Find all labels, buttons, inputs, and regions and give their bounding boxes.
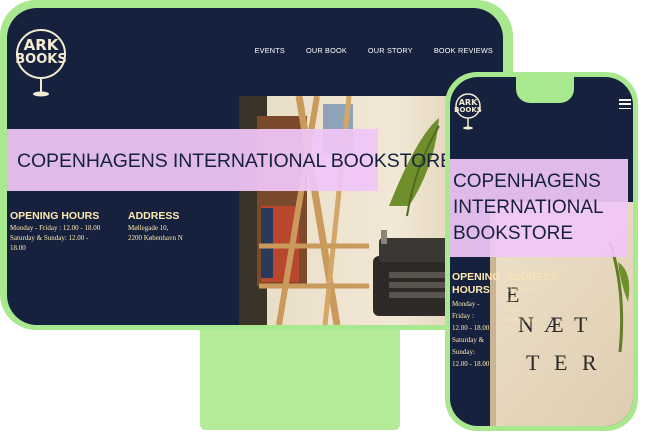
desktop-mockup: ARK BOOKS EVENTS OUR BOOK OUR STORY BOOK… xyxy=(0,0,513,330)
nav-events[interactable]: EVENTS xyxy=(255,46,285,55)
mobile-address-line: Møllegade xyxy=(506,286,536,294)
brand-line-1: ARK xyxy=(23,36,59,54)
mobile-hours-heading-line: HOURS xyxy=(452,284,490,296)
mobile-hours-line: Sunday: xyxy=(452,348,475,356)
mobile-address-heading: ADDRESS xyxy=(506,271,558,283)
hero-banner: COPENHAGENS INTERNATIONAL BOOKSTORE xyxy=(7,129,453,191)
sign-letter: E xyxy=(554,350,567,375)
mobile-hero-line: BOOKSTORE xyxy=(453,223,574,244)
hamburger-menu-icon[interactable] xyxy=(619,99,631,109)
mobile-hours-line: Monday - xyxy=(452,300,480,308)
mobile-address-line: 10, xyxy=(506,296,515,304)
mobile-brand-line-2: BOOKS xyxy=(454,105,482,114)
address-line: Møllegade 10, xyxy=(128,224,169,232)
monitor-stand xyxy=(200,325,400,430)
mobile-hours-heading-line: OPENING xyxy=(452,271,501,283)
phone-notch xyxy=(516,77,574,103)
brand-logo[interactable]: ARK BOOKS xyxy=(15,18,67,98)
mobile-opening-hours: OPENING HOURS Monday - Friday : 12.00 - … xyxy=(452,271,504,370)
hours-line: 18.00 xyxy=(10,244,26,252)
address-line: 2200 København N xyxy=(128,234,183,242)
mobile-hero-title: COPENHAGENS INTERNATIONAL BOOKSTORE xyxy=(453,169,604,247)
address-heading: ADDRESS xyxy=(128,210,180,222)
address: ADDRESS Møllegade 10, 2200 København N xyxy=(128,210,228,243)
mobile-hero-line: COPENHAGENS xyxy=(453,171,601,192)
mobile-hours-line: 12.00 - 18.00 xyxy=(452,360,490,368)
hero-title: COPENHAGENS INTERNATIONAL BOOKSTORE xyxy=(17,150,454,172)
mobile-mockup: ARK BOOKS E N Æ T T E R COPENHAGENS INTE… xyxy=(445,72,638,431)
brand-line-2: BOOKS xyxy=(15,52,67,67)
nav-book-reviews[interactable]: BOOK REVIEWS xyxy=(434,46,493,55)
desktop-screen: ARK BOOKS EVENTS OUR BOOK OUR STORY BOOK… xyxy=(7,8,503,325)
main-nav: EVENTS OUR BOOK OUR STORY BOOK REVIEWS xyxy=(255,46,493,55)
mobile-hours-line: Friday : xyxy=(452,312,474,320)
mobile-screen: ARK BOOKS E N Æ T T E R COPENHAGENS INTE… xyxy=(450,77,633,426)
mobile-brand-logo[interactable]: ARK BOOKS xyxy=(454,87,482,131)
opening-hours-heading: OPENING HOURS xyxy=(10,210,100,222)
mobile-hours-line: Saturday & xyxy=(452,336,485,344)
mobile-address-line: N xyxy=(506,326,512,334)
mobile-hours-line: 12.00 - 18.00 xyxy=(452,324,490,332)
sign-letter: R xyxy=(582,350,597,375)
mobile-hero-line: INTERNATIONAL xyxy=(453,197,604,218)
mobile-hero-banner: COPENHAGENS INTERNATIONAL BOOKSTORE xyxy=(450,159,628,257)
sign-letter: T xyxy=(574,312,588,337)
hours-line: Saturday & Sunday: 12.00 - xyxy=(10,234,89,242)
hours-line: Monday - Friday : 12.00 - 18.00 xyxy=(10,224,101,232)
mobile-address-line: 2200 xyxy=(506,306,520,314)
nav-our-story[interactable]: OUR STORY xyxy=(368,46,413,55)
mobile-address-line: København xyxy=(506,316,539,324)
mobile-address: ADDRESS Møllegade 10, 2200 København N xyxy=(506,271,558,335)
opening-hours: OPENING HOURS Monday - Friday : 12.00 - … xyxy=(10,210,120,253)
nav-our-book[interactable]: OUR BOOK xyxy=(306,46,347,55)
sign-letter: T xyxy=(526,350,540,375)
